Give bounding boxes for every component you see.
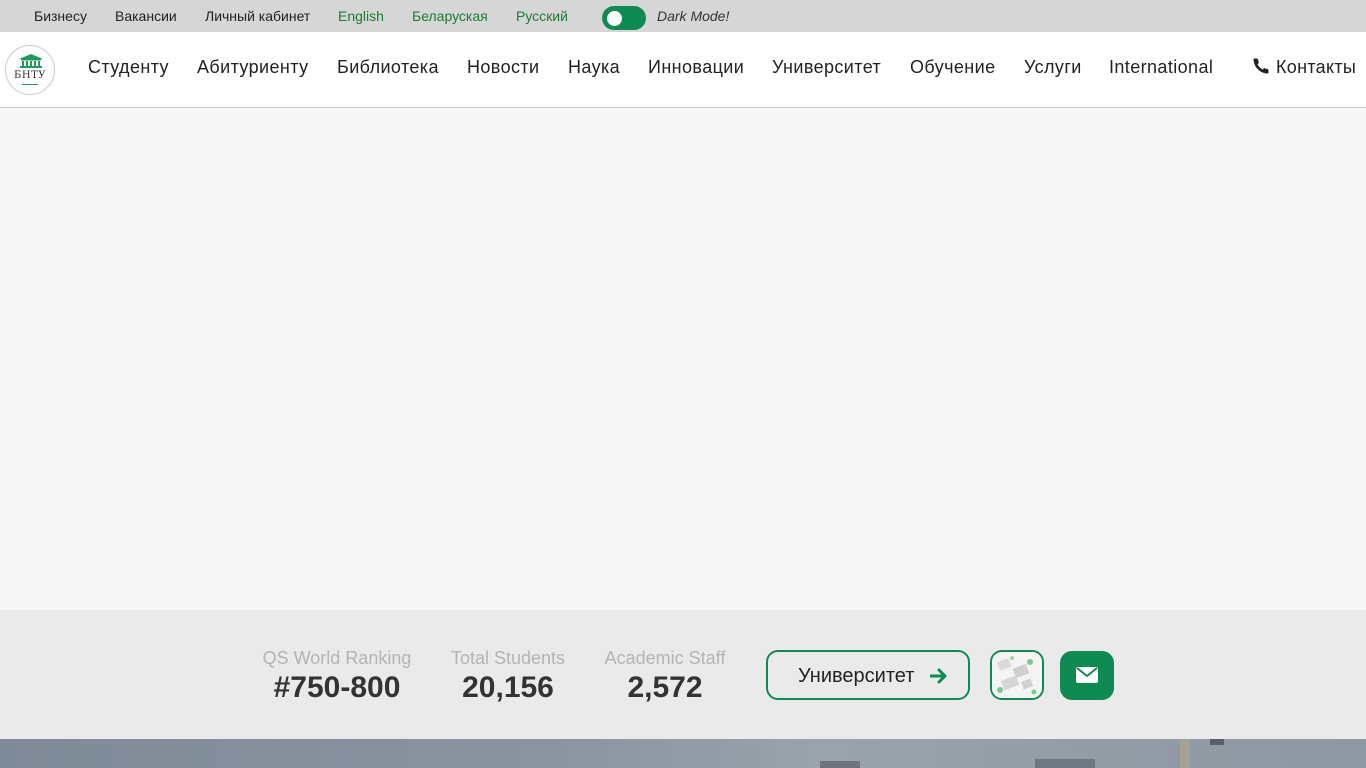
nav-item-science[interactable]: Наука [568,57,620,78]
envelope-icon [1076,667,1098,683]
language-link-english[interactable]: English [338,8,384,24]
nav-item-library[interactable]: Библиотека [337,57,439,78]
stat-label: QS World Ranking [262,648,412,668]
nav-item-student[interactable]: Студенту [88,57,169,78]
top-utility-bar: Бизнесу Вакансии Личный кабинет English … [0,0,1366,32]
nav-item-news[interactable]: Новости [467,57,539,78]
nav-item-innovations[interactable]: Инновации [648,57,744,78]
nav-item-education[interactable]: Обучение [910,57,996,78]
topbar-link-account[interactable]: Личный кабинет [205,8,310,24]
logo-text: БНТУ [14,70,46,81]
nav-item-applicant[interactable]: Абитуриенту [197,57,308,78]
email-button[interactable] [1060,651,1114,700]
stat-value: 20,156 [462,671,554,704]
contacts-link[interactable]: Контакты [1252,57,1356,78]
toggle-knob [607,11,622,26]
dark-mode-label: Dark Mode! [657,8,730,24]
stat-value: 2,572 [627,671,703,704]
campus-map-thumbnail [992,652,1042,698]
topbar-link-vacancies[interactable]: Вакансии [115,8,177,24]
nav-item-services[interactable]: Услуги [1024,57,1082,78]
stat-value: #750-800 [273,671,401,704]
campus-map-thumbnail-button[interactable] [990,650,1044,700]
arrow-right-icon [930,668,947,684]
nav-item-international[interactable]: International [1109,57,1213,78]
university-building-icon [19,54,43,68]
stats-band: QS World Ranking #750-800 Total Students… [0,610,1366,739]
university-button[interactable]: Университет [766,650,970,700]
stat-total-students: Total Students 20,156 [446,648,570,705]
stat-qs-ranking: QS World Ranking #750-800 [258,648,416,705]
nav-item-university[interactable]: Университет [772,57,881,78]
logo-underline [22,84,38,85]
stat-label: Total Students [450,648,566,668]
phone-icon [1253,58,1269,74]
topbar-link-business[interactable]: Бизнесу [34,8,87,24]
stat-academic-staff: Academic Staff 2,572 [600,648,730,705]
language-link-russian[interactable]: Русский [516,8,568,24]
main-navigation: БНТУ Студенту Абитуриенту Библиотека Нов… [0,32,1366,108]
language-link-belarusian[interactable]: Беларуская [412,8,488,24]
university-logo[interactable]: БНТУ [5,45,55,95]
university-button-label: Университет [798,665,915,687]
hero-area [0,108,1366,610]
campus-photo-strip [0,739,1366,768]
contacts-label: Контакты [1276,57,1357,77]
campus-photo-image [820,739,1224,768]
stat-label: Academic Staff [604,648,726,668]
dark-mode-toggle[interactable] [602,6,646,30]
